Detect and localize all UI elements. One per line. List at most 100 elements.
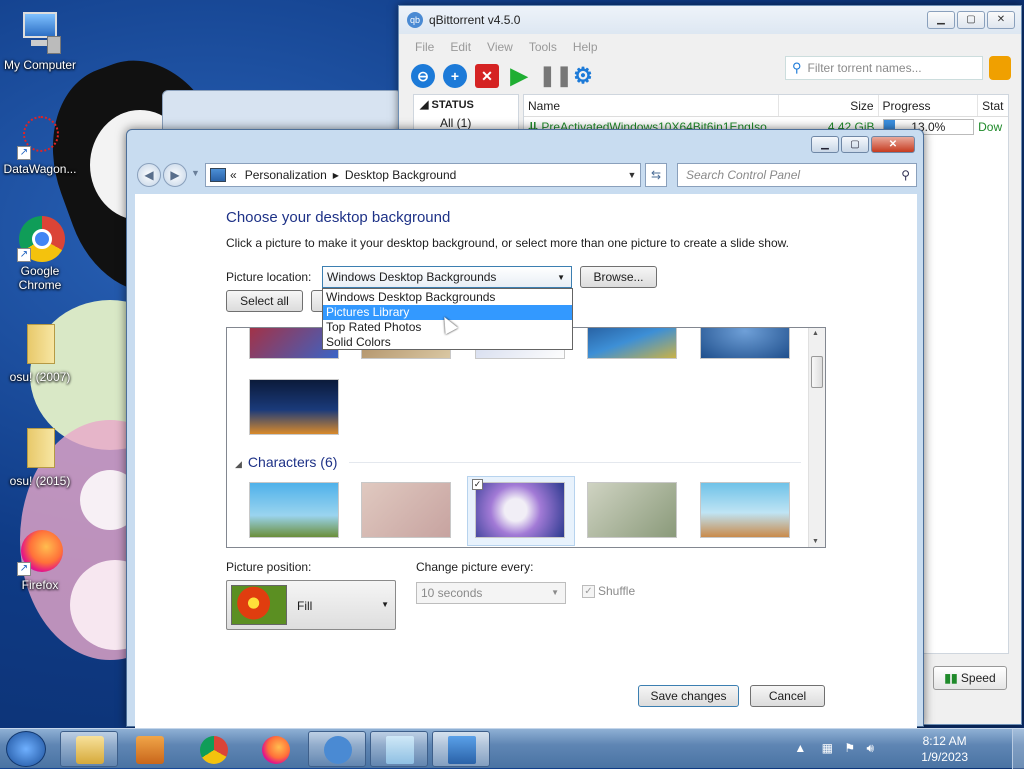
- media-player-icon: [136, 736, 164, 764]
- desktop-icon-chrome[interactable]: ↗ Google Chrome: [0, 216, 80, 292]
- speed-button[interactable]: ▮▮ Speed: [933, 666, 1007, 690]
- shuffle-checkbox[interactable]: ✓: [582, 585, 595, 598]
- volume-icon[interactable]: 🔊︎: [866, 741, 874, 755]
- taskbar-control-panel[interactable]: [432, 731, 490, 767]
- lock-icon[interactable]: [989, 56, 1011, 80]
- title-bar[interactable]: qb qBittorrent v4.5.0 ▁ ▢ ✕: [399, 6, 1021, 34]
- taskbar-notepad[interactable]: [370, 731, 428, 767]
- breadcrumb-overflow[interactable]: «: [230, 168, 237, 182]
- taskbar-qbittorrent[interactable]: [308, 731, 366, 767]
- desktop-icon-label: osu! (2007): [9, 370, 71, 384]
- scrollbar-thumb[interactable]: [811, 356, 823, 388]
- option-solid-colors[interactable]: Solid Colors: [323, 335, 572, 350]
- maximize-button[interactable]: ▢: [957, 11, 985, 29]
- taskbar-explorer[interactable]: [60, 731, 118, 767]
- minimize-button[interactable]: ▁: [927, 11, 955, 29]
- taskbar-chrome[interactable]: [184, 731, 242, 767]
- picture-thumbnail[interactable]: [587, 482, 677, 538]
- address-bar[interactable]: « Personalization ▶ Desktop Background ▼: [205, 163, 641, 187]
- taskbar-firefox[interactable]: [246, 731, 304, 767]
- qbittorrent-icon: [324, 736, 352, 764]
- picture-thumbnail[interactable]: [587, 328, 677, 359]
- search-input[interactable]: Search Control Panel ⚲: [677, 163, 917, 187]
- thumbnail-checkbox[interactable]: ✓: [472, 479, 483, 490]
- desktop-icon-my-computer[interactable]: My Computer: [0, 10, 80, 72]
- desktop-icon-osu-2015[interactable]: osu! (2015): [0, 426, 80, 488]
- column-size[interactable]: Size: [779, 95, 879, 116]
- browse-button[interactable]: Browse...: [580, 266, 657, 288]
- start-button[interactable]: [6, 731, 46, 767]
- select-all-button[interactable]: Select all: [226, 290, 303, 312]
- navigation-bar: ◀ ▶ ▼ « Personalization ▶ Desktop Backgr…: [135, 162, 917, 188]
- network-icon[interactable]: ▦: [822, 741, 833, 755]
- chevron-down-icon: ▼: [381, 600, 389, 609]
- computer-icon: [17, 10, 63, 56]
- menu-view[interactable]: View: [487, 40, 513, 54]
- history-dropdown-icon[interactable]: ▼: [191, 168, 200, 178]
- collapse-icon[interactable]: ◢: [420, 99, 432, 111]
- breadcrumb-personalization[interactable]: Personalization: [245, 168, 327, 182]
- cancel-button[interactable]: Cancel: [750, 685, 825, 707]
- column-name[interactable]: Name: [524, 95, 779, 116]
- add-icon[interactable]: +: [443, 64, 467, 88]
- gear-icon[interactable]: ⚙: [571, 64, 595, 88]
- back-button[interactable]: ◀: [137, 163, 161, 187]
- vertical-scrollbar[interactable]: ▲ ▼: [808, 328, 825, 547]
- taskbar-media-player[interactable]: [120, 731, 178, 767]
- page-description: Click a picture to make it your desktop …: [226, 236, 789, 250]
- clock-time: 8:12 AM: [922, 734, 967, 748]
- torrent-status: Dow: [978, 120, 1003, 134]
- minimize-button[interactable]: ▁: [811, 136, 839, 153]
- menu-file[interactable]: File: [415, 40, 434, 54]
- chevron-down-icon: ▼: [557, 272, 565, 282]
- maximize-button[interactable]: ▢: [841, 136, 869, 153]
- picture-thumbnail[interactable]: [361, 482, 451, 538]
- filter-input[interactable]: ⚲ Filter torrent names...: [785, 56, 983, 80]
- group-header[interactable]: ◢ Characters (6): [235, 454, 337, 470]
- menu-help[interactable]: Help: [573, 40, 598, 54]
- picture-thumbnail[interactable]: [475, 482, 565, 538]
- show-hidden-icons-icon[interactable]: ▲: [794, 741, 806, 755]
- change-interval-select[interactable]: 10 seconds ▼: [416, 582, 566, 604]
- scroll-down-icon[interactable]: ▼: [812, 538, 819, 545]
- desktop-icon-firefox[interactable]: ↗ Firefox: [0, 530, 80, 592]
- system-tray: ▲ ▦ ⚑ 🔊︎: [794, 741, 874, 756]
- scroll-up-icon[interactable]: ▲: [812, 330, 819, 337]
- collapse-icon: ◢: [235, 459, 242, 469]
- menu-edit[interactable]: Edit: [450, 40, 471, 54]
- shuffle-label: Shuffle: [598, 584, 636, 598]
- link-icon[interactable]: ⊖: [411, 64, 435, 88]
- picture-thumbnail[interactable]: [700, 482, 790, 538]
- breadcrumb-desktop-background[interactable]: Desktop Background: [345, 168, 456, 182]
- clock[interactable]: 8:12 AM 1/9/2023: [921, 733, 968, 765]
- column-progress[interactable]: Progress: [879, 95, 979, 116]
- refresh-button[interactable]: ⇆: [645, 163, 667, 187]
- column-status[interactable]: Stat: [978, 95, 1008, 116]
- close-button[interactable]: ✕: [987, 11, 1015, 29]
- picture-position-select[interactable]: Fill ▼: [226, 580, 396, 630]
- show-desktop-button[interactable]: [1012, 729, 1024, 769]
- qbittorrent-logo-icon: qb: [407, 12, 423, 28]
- picture-thumbnail[interactable]: [249, 482, 339, 538]
- forward-button[interactable]: ▶: [163, 163, 187, 187]
- desktop-icon-datawagon[interactable]: ↗ DataWagon...: [0, 114, 80, 176]
- pause-icon[interactable]: ❚❚: [539, 64, 573, 88]
- option-windows-desktop-backgrounds[interactable]: Windows Desktop Backgrounds: [323, 290, 572, 305]
- menu-tools[interactable]: Tools: [529, 40, 557, 54]
- notepad-icon: [386, 736, 414, 764]
- save-changes-button[interactable]: Save changes: [638, 685, 739, 707]
- desktop-icon-osu-2007[interactable]: osu! (2007): [0, 322, 80, 384]
- action-center-icon[interactable]: ⚑: [844, 741, 855, 755]
- picture-thumbnail[interactable]: [700, 328, 790, 359]
- page-heading: Choose your desktop background: [226, 209, 451, 226]
- delete-icon[interactable]: ✕: [475, 64, 499, 88]
- picture-thumbnail[interactable]: [249, 379, 339, 435]
- picture-location-value: Windows Desktop Backgrounds: [327, 270, 497, 284]
- picture-location-select[interactable]: Windows Desktop Backgrounds ▼: [322, 266, 572, 288]
- close-button[interactable]: ✕: [871, 136, 915, 153]
- title-bar[interactable]: ▁ ▢ ✕: [127, 130, 923, 162]
- address-dropdown-icon[interactable]: ▼: [624, 170, 640, 180]
- resume-icon[interactable]: ▶: [507, 64, 531, 88]
- change-interval-value: 10 seconds: [421, 586, 483, 600]
- desktop-background-window[interactable]: ▁ ▢ ✕ ◀ ▶ ▼ « Personalization ▶ Desktop …: [126, 129, 924, 728]
